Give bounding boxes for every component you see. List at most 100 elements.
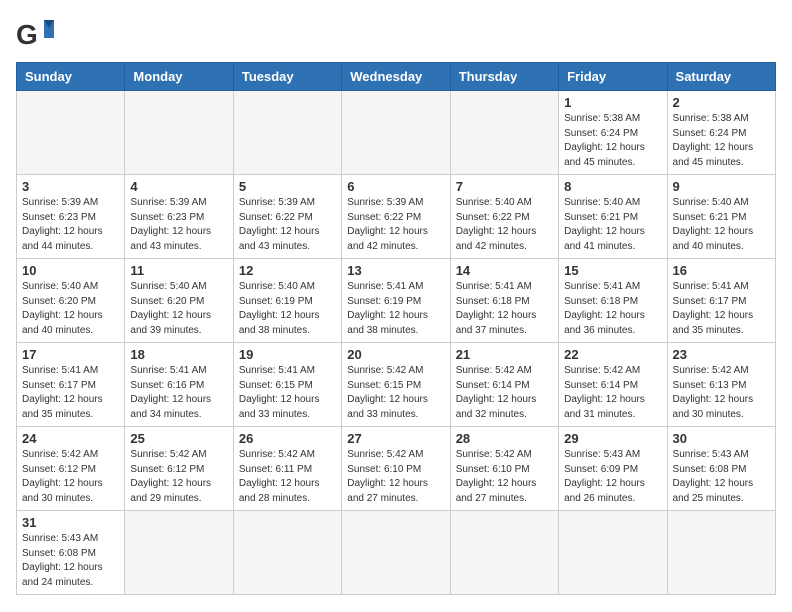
- day-number: 12: [239, 263, 336, 278]
- day-info: Sunrise: 5:42 AM Sunset: 6:12 PM Dayligh…: [130, 448, 227, 506]
- day-info: Sunrise: 5:43 AM Sunset: 6:09 PM Dayligh…: [564, 448, 661, 506]
- day-info: Sunrise: 5:40 AM Sunset: 6:20 PM Dayligh…: [130, 280, 227, 338]
- calendar-week-row: 10 Sunrise: 5:40 AM Sunset: 6:20 PM Dayli…: [17, 259, 776, 343]
- calendar-cell: [450, 511, 558, 595]
- day-number: 19: [239, 347, 336, 362]
- calendar-cell: 23Sunrise: 5:42 AM Sunset: 6:13 PM Dayli…: [667, 343, 775, 427]
- calendar-cell: 20 Sunrise: 5:42 AM Sunset: 6:15 PM Dayli…: [342, 343, 450, 427]
- calendar-cell: [233, 511, 341, 595]
- page-header: G: [16, 16, 776, 52]
- day-number: 13: [347, 263, 444, 278]
- calendar-cell: [342, 511, 450, 595]
- calendar-table: SundayMondayTuesdayWednesdayThursdayFrid…: [16, 62, 776, 595]
- day-number: 21: [456, 347, 553, 362]
- day-number: 4: [130, 179, 227, 194]
- calendar-cell: 6 Sunrise: 5:39 AM Sunset: 6:22 PM Daylig…: [342, 175, 450, 259]
- day-info: Sunrise: 5:39 AM Sunset: 6:22 PM Dayligh…: [347, 196, 444, 254]
- calendar-cell: 19Sunrise: 5:41 AM Sunset: 6:15 PM Dayli…: [233, 343, 341, 427]
- day-number: 3: [22, 179, 119, 194]
- day-info: Sunrise: 5:39 AM Sunset: 6:23 PM Dayligh…: [22, 196, 119, 254]
- calendar-header-row: SundayMondayTuesdayWednesdayThursdayFrid…: [17, 63, 776, 91]
- calendar-cell: 22Sunrise: 5:42 AM Sunset: 6:14 PM Dayli…: [559, 343, 667, 427]
- day-header-friday: Friday: [559, 63, 667, 91]
- day-number: 29: [564, 431, 661, 446]
- day-number: 18: [130, 347, 227, 362]
- day-number: 25: [130, 431, 227, 446]
- calendar-week-row: 17 Sunrise: 5:41 AM Sunset: 6:17 PM Dayli…: [17, 343, 776, 427]
- day-number: 23: [673, 347, 770, 362]
- calendar-cell: 30 Sunrise: 5:43 AM Sunset: 6:08 PM Dayli…: [667, 427, 775, 511]
- day-header-sunday: Sunday: [17, 63, 125, 91]
- day-number: 26: [239, 431, 336, 446]
- calendar-cell: [342, 91, 450, 175]
- day-number: 15: [564, 263, 661, 278]
- day-number: 31: [22, 515, 119, 530]
- calendar-cell: 27Sunrise: 5:42 AM Sunset: 6:10 PM Dayli…: [342, 427, 450, 511]
- day-header-thursday: Thursday: [450, 63, 558, 91]
- day-number: 5: [239, 179, 336, 194]
- day-header-wednesday: Wednesday: [342, 63, 450, 91]
- calendar-week-row: 24 Sunrise: 5:42 AM Sunset: 6:12 PM Dayli…: [17, 427, 776, 511]
- day-info: Sunrise: 5:39 AM Sunset: 6:23 PM Dayligh…: [130, 196, 227, 254]
- day-number: 22: [564, 347, 661, 362]
- calendar-cell: [125, 511, 233, 595]
- calendar-week-row: 31 Sunrise: 5:43 AM Sunset: 6:08 PM Dayli…: [17, 511, 776, 595]
- day-number: 6: [347, 179, 444, 194]
- calendar-cell: 5 Sunrise: 5:39 AM Sunset: 6:22 PM Daylig…: [233, 175, 341, 259]
- calendar-cell: 18 Sunrise: 5:41 AM Sunset: 6:16 PM Dayli…: [125, 343, 233, 427]
- calendar-cell: 2 Sunrise: 5:38 AM Sunset: 6:24 PM Daylig…: [667, 91, 775, 175]
- day-number: 16: [673, 263, 770, 278]
- day-number: 10: [22, 263, 119, 278]
- day-info: Sunrise: 5:40 AM Sunset: 6:19 PM Dayligh…: [239, 280, 336, 338]
- day-info: Sunrise: 5:41 AM Sunset: 6:17 PM Dayligh…: [673, 280, 770, 338]
- calendar-cell: 16 Sunrise: 5:41 AM Sunset: 6:17 PM Dayli…: [667, 259, 775, 343]
- day-header-monday: Monday: [125, 63, 233, 91]
- day-info: Sunrise: 5:42 AM Sunset: 6:15 PM Dayligh…: [347, 364, 444, 422]
- calendar-cell: 24 Sunrise: 5:42 AM Sunset: 6:12 PM Dayli…: [17, 427, 125, 511]
- day-info: Sunrise: 5:40 AM Sunset: 6:21 PM Dayligh…: [564, 196, 661, 254]
- day-info: Sunrise: 5:41 AM Sunset: 6:17 PM Dayligh…: [22, 364, 119, 422]
- day-info: Sunrise: 5:43 AM Sunset: 6:08 PM Dayligh…: [673, 448, 770, 506]
- calendar-cell: 1Sunrise: 5:38 AM Sunset: 6:24 PM Daylig…: [559, 91, 667, 175]
- calendar-cell: 7 Sunrise: 5:40 AM Sunset: 6:22 PM Daylig…: [450, 175, 558, 259]
- calendar-cell: 8Sunrise: 5:40 AM Sunset: 6:21 PM Daylig…: [559, 175, 667, 259]
- calendar-cell: 21 Sunrise: 5:42 AM Sunset: 6:14 PM Dayli…: [450, 343, 558, 427]
- day-info: Sunrise: 5:43 AM Sunset: 6:08 PM Dayligh…: [22, 532, 119, 590]
- calendar-cell: 13 Sunrise: 5:41 AM Sunset: 6:19 PM Dayli…: [342, 259, 450, 343]
- day-info: Sunrise: 5:42 AM Sunset: 6:10 PM Dayligh…: [347, 448, 444, 506]
- calendar-cell: 31 Sunrise: 5:43 AM Sunset: 6:08 PM Dayli…: [17, 511, 125, 595]
- logo-icon: G: [16, 16, 56, 52]
- day-info: Sunrise: 5:41 AM Sunset: 6:19 PM Dayligh…: [347, 280, 444, 338]
- calendar-cell: 14Sunrise: 5:41 AM Sunset: 6:18 PM Dayli…: [450, 259, 558, 343]
- day-number: 30: [673, 431, 770, 446]
- logo: G: [16, 16, 62, 52]
- svg-text:G: G: [16, 19, 38, 50]
- day-number: 20: [347, 347, 444, 362]
- day-number: 17: [22, 347, 119, 362]
- day-info: Sunrise: 5:38 AM Sunset: 6:24 PM Dayligh…: [673, 112, 770, 170]
- day-number: 11: [130, 263, 227, 278]
- calendar-cell: 17 Sunrise: 5:41 AM Sunset: 6:17 PM Dayli…: [17, 343, 125, 427]
- calendar-cell: 28Sunrise: 5:42 AM Sunset: 6:10 PM Dayli…: [450, 427, 558, 511]
- day-number: 2: [673, 95, 770, 110]
- day-number: 24: [22, 431, 119, 446]
- calendar-cell: 4 Sunrise: 5:39 AM Sunset: 6:23 PM Daylig…: [125, 175, 233, 259]
- calendar-cell: 25 Sunrise: 5:42 AM Sunset: 6:12 PM Dayli…: [125, 427, 233, 511]
- day-header-saturday: Saturday: [667, 63, 775, 91]
- day-info: Sunrise: 5:41 AM Sunset: 6:16 PM Dayligh…: [130, 364, 227, 422]
- calendar-cell: [667, 511, 775, 595]
- day-info: Sunrise: 5:40 AM Sunset: 6:22 PM Dayligh…: [456, 196, 553, 254]
- calendar-cell: [17, 91, 125, 175]
- day-info: Sunrise: 5:40 AM Sunset: 6:21 PM Dayligh…: [673, 196, 770, 254]
- calendar-cell: 15Sunrise: 5:41 AM Sunset: 6:18 PM Dayli…: [559, 259, 667, 343]
- day-info: Sunrise: 5:42 AM Sunset: 6:11 PM Dayligh…: [239, 448, 336, 506]
- day-number: 7: [456, 179, 553, 194]
- day-info: Sunrise: 5:39 AM Sunset: 6:22 PM Dayligh…: [239, 196, 336, 254]
- day-header-tuesday: Tuesday: [233, 63, 341, 91]
- calendar-cell: 29 Sunrise: 5:43 AM Sunset: 6:09 PM Dayli…: [559, 427, 667, 511]
- calendar-cell: [125, 91, 233, 175]
- day-info: Sunrise: 5:42 AM Sunset: 6:10 PM Dayligh…: [456, 448, 553, 506]
- day-info: Sunrise: 5:42 AM Sunset: 6:14 PM Dayligh…: [456, 364, 553, 422]
- day-number: 9: [673, 179, 770, 194]
- day-info: Sunrise: 5:42 AM Sunset: 6:12 PM Dayligh…: [22, 448, 119, 506]
